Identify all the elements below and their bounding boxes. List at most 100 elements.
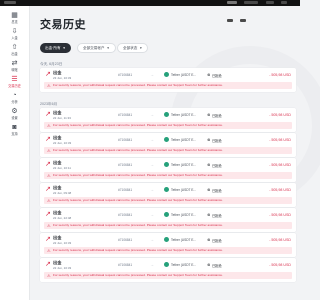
transaction-row[interactable]: ↗ 出金 22 Jun, 10:11 #7106841 → Tether (USDT E.… bbox=[40, 158, 296, 172]
sidebar-item-support[interactable]: ◙ 支持 bbox=[0, 124, 29, 136]
transaction-row[interactable]: ↗ 出金 22 Jun, 22:48 #7106841 → Tether (USDT E.… bbox=[40, 208, 296, 222]
tether-icon bbox=[164, 237, 169, 242]
transaction-date: 22 Jun, 10:11 bbox=[53, 166, 71, 170]
arrow-right-icon: → bbox=[150, 162, 154, 167]
error-alert: ⚠ For security reasons, your withdrawal r… bbox=[44, 272, 292, 279]
rejected-icon: ⊗ bbox=[207, 187, 211, 192]
tether-icon bbox=[164, 262, 169, 267]
transaction-card[interactable]: ↗ 出金 22 Jun, 10:33 #7106841 → Tether (USDT E.… bbox=[40, 133, 296, 157]
sidebar-item-deposit[interactable]: ⇩ 入金 bbox=[0, 28, 29, 40]
account-number: #7106841 bbox=[118, 188, 133, 192]
transaction-amount: - 505,98 USD bbox=[269, 138, 291, 142]
chevron-down-icon: ▼ bbox=[62, 46, 66, 50]
error-alert: ⚠ For security reasons, your withdrawal r… bbox=[44, 147, 292, 154]
transaction-row[interactable]: ↗ 出金 22 Jun, 10:33 #7106841 → Tether (USDT E.… bbox=[40, 133, 296, 147]
withdraw-arrow-icon: ↗ bbox=[45, 71, 51, 78]
sidebar-item-history[interactable]: ☰ 交易历史 bbox=[0, 76, 29, 88]
transaction-card[interactable]: ↗ 出金 22 Jun, 10:11 #7106841 → Tether (USDT E.… bbox=[40, 158, 296, 182]
chevron-down-icon: ▼ bbox=[106, 46, 110, 50]
transaction-amount: - 505,98 USD bbox=[269, 263, 291, 267]
transaction-date: 22 Jun, 10:33 bbox=[53, 241, 72, 245]
main-content: 交易历史 出金·所有 ▼ 全部交易帐户 ▼ 全部状态 ▼ 今天, 6月23日 2023… bbox=[30, 6, 320, 300]
asset-name: Tether (USDT E... bbox=[171, 113, 197, 117]
withdraw-arrow-icon: ↗ bbox=[45, 186, 51, 193]
arrow-right-icon: → bbox=[150, 72, 154, 77]
warning-icon: ⚠ bbox=[47, 273, 51, 278]
support-icon: ◙ bbox=[12, 124, 17, 131]
alert-message: For security reasons, your withdrawal re… bbox=[53, 123, 224, 127]
status-badge: 已拒绝 bbox=[212, 189, 222, 193]
dashboard-icon: ▦ bbox=[11, 12, 18, 19]
sidebar-item-overview[interactable]: ▦ 总览 bbox=[0, 12, 29, 24]
withdraw-icon: ⇧ bbox=[11, 44, 18, 51]
transfer-icon: ⇄ bbox=[11, 60, 18, 67]
transaction-row[interactable]: ↗ 出金 22 Jun, 10:33 #7106841 → Tether (USDT E.… bbox=[40, 233, 296, 247]
transaction-card[interactable]: ↗ 出金 23 Jun, 10:33 #7106841 → Tether (USDT E.… bbox=[40, 68, 296, 92]
transaction-amount: - 505,98 USD bbox=[269, 213, 291, 217]
status-badge: 已拒绝 bbox=[212, 114, 222, 118]
asset-name: Tether (USDT E... bbox=[171, 73, 197, 77]
filter-status-dropdown[interactable]: 全部状态 ▼ bbox=[117, 43, 149, 53]
sidebar-item-settings[interactable]: ⚙ 设置 bbox=[0, 108, 29, 120]
transaction-amount: - 505,98 USD bbox=[269, 73, 291, 77]
error-alert: ⚠ For security reasons, your withdrawal r… bbox=[44, 172, 292, 179]
top-bar-link[interactable] bbox=[265, 1, 274, 4]
transaction-row[interactable]: ↗ 出金 22 Jun, 09:48 #7106841 → Tether (USDT E.… bbox=[40, 183, 296, 197]
analytics-icon: ◔ bbox=[12, 92, 17, 99]
tether-icon bbox=[164, 137, 169, 142]
status-badge: 已拒绝 bbox=[212, 139, 222, 143]
asset-name: Tether (USDT E... bbox=[171, 188, 197, 192]
transaction-row[interactable]: ↗ 出金 22 Jun, 10:33 #7106841 → Tether (USDT E.… bbox=[40, 258, 296, 272]
error-alert: ⚠ For security reasons, your withdrawal r… bbox=[44, 82, 292, 89]
arrow-right-icon: → bbox=[150, 237, 154, 242]
transaction-card[interactable]: ↗ 出金 22 Jun, 10:33 #7106841 → Tether (USDT E.… bbox=[40, 233, 296, 257]
filter-account-dropdown[interactable]: 全部交易帐户 ▼ bbox=[77, 43, 116, 53]
section-label: 今天, 6月23日 bbox=[40, 62, 63, 66]
transaction-date: 22 Jun, 22:48 bbox=[53, 216, 72, 220]
top-bar-link[interactable] bbox=[227, 1, 237, 4]
account-number: #7106841 bbox=[118, 238, 133, 242]
arrow-right-icon: → bbox=[150, 112, 154, 117]
rejected-icon: ⊗ bbox=[207, 137, 211, 142]
transaction-card[interactable]: ↗ 出金 22 Jun, 11:33 #7106841 → Tether (USDT E.… bbox=[40, 108, 296, 132]
arrow-right-icon: → bbox=[150, 137, 154, 142]
withdraw-arrow-icon: ↗ bbox=[45, 261, 51, 268]
tether-icon bbox=[164, 72, 169, 77]
transaction-card[interactable]: ↗ 出金 22 Jun, 10:33 #7106841 → Tether (USDT E.… bbox=[40, 258, 296, 282]
warning-icon: ⚠ bbox=[47, 173, 51, 178]
rejected-icon: ⊗ bbox=[207, 112, 211, 117]
tether-icon bbox=[164, 112, 169, 117]
rejected-icon: ⊗ bbox=[207, 262, 211, 267]
transaction-row[interactable]: ↗ 出金 23 Jun, 10:33 #7106841 → Tether (USDT E.… bbox=[40, 68, 296, 82]
tether-icon bbox=[164, 162, 169, 167]
sidebar: ▦ 总览 ⇩ 入金 ⇧ 出金 ⇄ 转账 ☰ 交易历史 ◔ 分析 ⚙ 设置 ◙ 支… bbox=[0, 6, 30, 300]
transaction-card[interactable]: ↗ 出金 22 Jun, 22:48 #7106841 → Tether (USDT E.… bbox=[40, 208, 296, 232]
transaction-date: 22 Jun, 11:33 bbox=[53, 116, 71, 120]
status-badge: 已拒绝 bbox=[212, 74, 222, 78]
error-alert: ⚠ For security reasons, your withdrawal r… bbox=[44, 122, 292, 129]
withdraw-arrow-icon: ↗ bbox=[45, 136, 51, 143]
alert-message: For security reasons, your withdrawal re… bbox=[53, 148, 224, 152]
deposit-icon: ⇩ bbox=[11, 28, 18, 35]
filter-type-dropdown[interactable]: 出金·所有 ▼ bbox=[40, 43, 71, 53]
account-number: #7106841 bbox=[118, 163, 133, 167]
sidebar-item-analytics[interactable]: ◔ 分析 bbox=[0, 92, 29, 104]
top-bar-link[interactable] bbox=[281, 1, 288, 4]
asset-name: Tether (USDT E... bbox=[171, 263, 197, 267]
rejected-icon: ⊗ bbox=[207, 237, 211, 242]
history-icon: ☰ bbox=[11, 76, 18, 83]
transaction-card[interactable]: ↗ 出金 22 Jun, 09:48 #7106841 → Tether (USDT E.… bbox=[40, 183, 296, 207]
arrow-right-icon: → bbox=[150, 212, 154, 217]
warning-icon: ⚠ bbox=[47, 248, 51, 253]
asset-name: Tether (USDT E... bbox=[171, 238, 197, 242]
warning-icon: ⚠ bbox=[47, 83, 51, 88]
transaction-row[interactable]: ↗ 出金 22 Jun, 11:33 #7106841 → Tether (USDT E.… bbox=[40, 108, 296, 122]
warning-icon: ⚠ bbox=[47, 123, 51, 128]
sidebar-item-transfer[interactable]: ⇄ 转账 bbox=[0, 60, 29, 72]
sidebar-item-withdraw[interactable]: ⇧ 出金 bbox=[0, 44, 29, 56]
transaction-amount: - 505,98 USD bbox=[269, 238, 291, 242]
page-title: 交易历史 bbox=[40, 19, 86, 31]
top-bar-link[interactable] bbox=[244, 1, 259, 4]
alert-message: For security reasons, your withdrawal re… bbox=[53, 223, 224, 227]
chevron-down-icon: ▼ bbox=[139, 46, 143, 50]
